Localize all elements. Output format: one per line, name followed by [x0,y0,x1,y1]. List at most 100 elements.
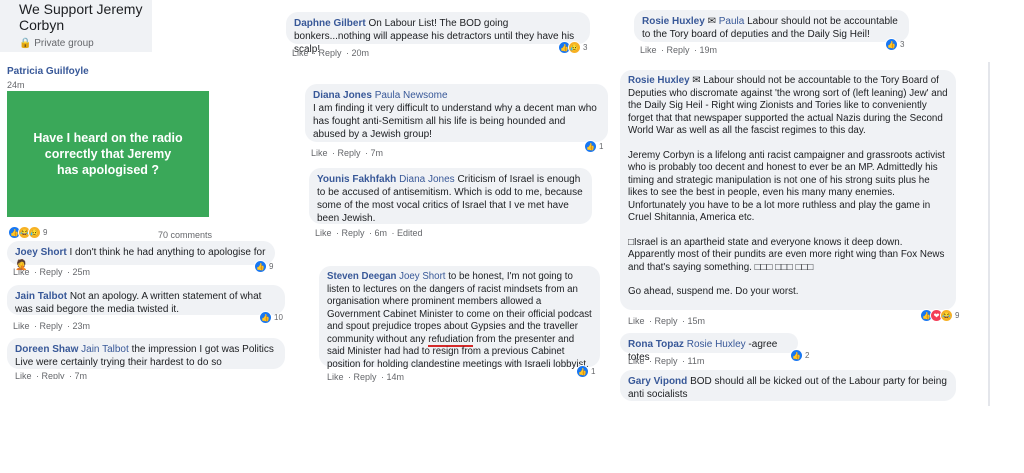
reply-button[interactable]: Reply [338,148,361,158]
comment-reactions[interactable]: 👍 9 [254,260,273,273]
comment-reactions[interactable]: 👍 1 [584,140,603,153]
comment-reactions[interactable]: 👍 2 [790,349,809,362]
comment-author[interactable]: Doreen Shaw [15,344,78,355]
post-reactions[interactable]: 👍 😂 😥 9 [8,226,47,239]
comment-paragraph: Go ahead, suspend me. Do your worst. [628,286,799,297]
comment-time[interactable]: 20m [352,48,370,58]
comment-reactions[interactable]: 👍 1 [576,365,595,378]
comment-rosie-huxley-short: Rosie Huxley ✉ Paula Labour should not b… [634,10,909,42]
comment-time[interactable]: 19m [700,45,718,55]
post-text: Have I heard on the radio correctly that… [33,131,183,177]
post-time[interactable]: 24m [7,80,25,90]
comment-author[interactable]: Diana Jones [313,90,372,101]
comment-author[interactable]: Steven Deegan [327,271,396,282]
reply-button[interactable]: Reply [40,321,63,331]
reaction-count: 9 [269,262,274,271]
spellcheck-underlined-word: refudiation [428,333,474,347]
edited-label[interactable]: Edited [397,228,423,238]
comment-author[interactable]: Rona Topaz [628,339,684,350]
like-button[interactable]: Like [311,148,328,158]
group-privacy: 🔒 Private group [19,38,94,49]
reply-button[interactable]: Reply [667,45,690,55]
reply-button[interactable]: Reply [655,316,678,326]
reaction-count: 1 [599,142,604,151]
reply-button[interactable]: Reply [40,267,63,277]
like-button[interactable]: Like [15,371,32,379]
comment-time[interactable]: 15m [688,316,706,326]
comment-tag[interactable]: Jain Talbot [81,344,129,355]
comment-author[interactable]: Joey Short [15,247,67,258]
comment-time[interactable]: 6m [375,228,388,238]
comment-rona-topaz: Rona Topaz Rosie Huxley -agree totes [620,333,798,363]
reply-button[interactable]: Reply [655,356,678,366]
comment-author[interactable]: Gary Vipond [628,376,687,387]
comment-reactions[interactable]: 👍 10 [259,311,283,324]
comment-joey-short: Joey Short I don't think he had anything… [7,241,275,271]
comment-reactions[interactable]: 👍 3 [885,38,904,51]
comment-time[interactable]: 23m [73,321,91,331]
comment-time[interactable]: 11m [688,356,705,366]
comment-actions: Like · Reply · 7m [311,148,384,158]
comment-paragraph: □Israel is an apartheid state and everyo… [628,237,948,275]
comment-author[interactable]: Jain Talbot [15,291,67,302]
comment-tag[interactable]: Rosie Huxley [687,339,746,350]
comment-tag[interactable]: Joey Short [399,271,445,282]
reaction-count: 9 [955,311,960,320]
reply-button[interactable]: Reply [342,228,365,238]
comment-actions: Like · Reply · 6m · Edited [315,228,423,238]
post-image: Have I heard on the radio correctly that… [7,91,209,217]
like-button[interactable]: Like [628,356,645,366]
comment-time[interactable]: 7m [371,148,384,158]
reply-button[interactable]: Reply [354,372,377,382]
comments-count[interactable]: 70 comments [158,230,212,240]
comment-tag[interactable]: Paula [719,16,745,27]
comment-rosie-huxley-long: Rosie Huxley ✉ Labour should not be acco… [620,70,956,310]
like-reaction-icon: 👍 [885,38,898,51]
comment-paragraph: Jeremy Corbyn is a lifelong anti racist … [628,149,945,224]
reply-button[interactable]: Reply [319,48,342,58]
comment-text: I don't think he had anything to apologi… [69,247,266,258]
group-title[interactable]: We Support Jeremy Corbyn [19,1,151,33]
comment-doreen-shaw: Doreen Shaw Jain Talbot the impression I… [7,338,285,369]
comment-paragraph: Rosie Huxley ✉ Labour should not be acco… [628,75,948,138]
comment-gary-vipond: Gary Vipond BOD should all be kicked out… [620,370,956,401]
privacy-label: Private group [34,38,94,49]
like-button[interactable]: Like [315,228,332,238]
post-reaction-count: 9 [43,228,48,237]
like-button[interactable]: Like [13,267,30,277]
comment-author[interactable]: Younis Fakhfakh [317,174,396,185]
comment-author[interactable]: Daphne Gilbert [294,18,366,29]
reaction-count: 10 [274,313,283,322]
comment-tag[interactable]: Paula Newsome [375,90,448,101]
message-icon: ✉ [707,16,716,27]
like-button[interactable]: Like [640,45,657,55]
comment-actions: Like · Reply · 23m [13,321,91,331]
reaction-count: 2 [805,351,810,360]
comment-author[interactable]: Rosie Huxley [628,75,690,86]
comment-reactions[interactable]: 👍 😥 3 [558,41,587,54]
reply-button[interactable]: Reply [42,371,65,379]
comment-time[interactable]: 25m [73,267,91,277]
sad-reaction-icon: 😥 [568,41,581,54]
comment-jain-talbot: Jain Talbot Not an apology. A written st… [7,285,285,315]
comment-actions: Like · Reply · 19m [640,45,718,55]
comment-author[interactable]: Rosie Huxley [642,16,705,27]
like-button[interactable]: Like [292,48,309,58]
comment-time[interactable]: 14m [387,372,405,382]
message-icon: ✉ [692,75,701,86]
like-reaction-icon: 👍 [254,260,267,273]
post-author[interactable]: Patricia Guilfoyle [7,66,89,77]
comment-daphne-gilbert: Daphne Gilbert On Labour List! The BOD g… [286,12,590,55]
like-button[interactable]: Like [628,316,645,326]
like-button[interactable]: Like [327,372,344,382]
like-reaction-icon: 👍 [790,349,803,362]
comment-text: I am finding it very difficult to unders… [313,103,597,140]
comment-actions: Like · Reply · 15m [628,316,706,326]
comment-reactions[interactable]: 👍 ❤ 😂 9 [920,309,959,322]
emoji-placeholder-icon: □□□ □□□ □□□ [754,261,814,273]
like-reaction-icon: 👍 [259,311,272,324]
like-button[interactable]: Like [13,321,30,331]
comment-actions: Like · Reply · 11m [628,356,705,366]
comment-time[interactable]: 7m [75,371,88,379]
comment-tag[interactable]: Diana Jones [399,174,455,185]
